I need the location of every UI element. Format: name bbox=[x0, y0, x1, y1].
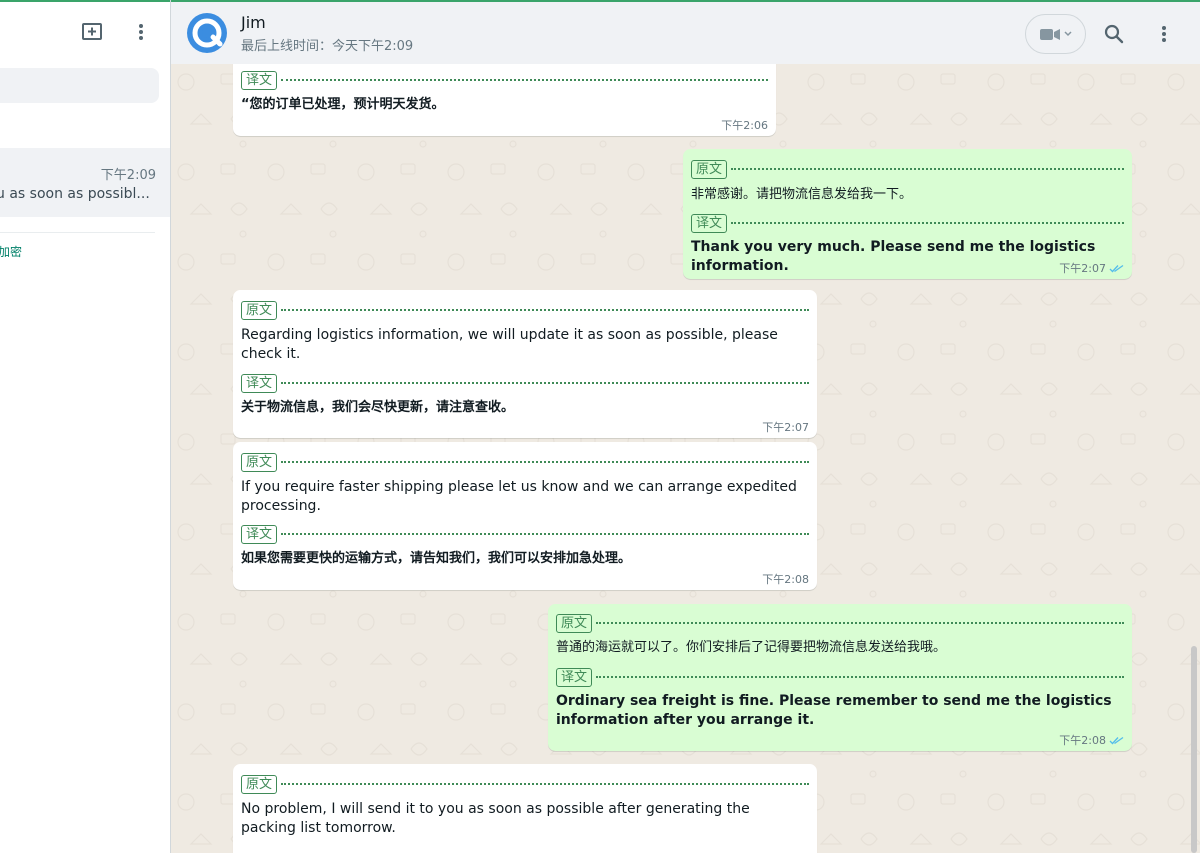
translation-divider: 译文 bbox=[241, 70, 768, 90]
message-bubble-incoming[interactable]: 原文 Regarding logistics information, we w… bbox=[233, 290, 817, 438]
message-bubble-incoming[interactable]: 原文 If you require faster shipping please… bbox=[233, 442, 817, 590]
translation-divider: 译文 bbox=[241, 524, 809, 544]
video-call-icon bbox=[1039, 28, 1060, 40]
translation-divider: 译文 bbox=[241, 373, 809, 393]
encryption-note[interactable]: 加密 bbox=[0, 243, 22, 260]
divider bbox=[0, 232, 155, 233]
translation-tag: 译文 bbox=[556, 667, 593, 687]
chat-time: 下午2:09 bbox=[100, 168, 156, 183]
video-call-button[interactable] bbox=[1025, 14, 1086, 54]
original-tag: 原文 bbox=[241, 774, 278, 794]
message-translation: “您的订单已处理，预计明天发货。 bbox=[241, 97, 445, 112]
read-ticks-icon bbox=[1109, 736, 1124, 744]
message-original: Regarding logistics information, we will… bbox=[241, 327, 778, 362]
avatar-logo-icon bbox=[187, 13, 227, 53]
original-divider: 原文 bbox=[556, 613, 1124, 633]
message-translation: 如果您需要更快的运输方式，请告知我们，我们可以安排加急处理。 bbox=[241, 551, 632, 566]
message-original: If you require faster shipping please le… bbox=[241, 479, 797, 514]
message-meta: 下午2:08 bbox=[762, 571, 809, 587]
conversation-header: Jim 最后上线时间：今天下午2:09 bbox=[171, 0, 1200, 64]
translation-tag: 译文 bbox=[241, 524, 278, 544]
message-original: No problem, I will send it to you as soo… bbox=[241, 801, 750, 836]
message-bubble-outgoing[interactable]: 原文 普通的海运就可以了。你们安排后了记得要把物流信息发送给我哦。 译文 Ord… bbox=[548, 604, 1132, 751]
conversation-panel[interactable]: 译文 “您的订单已处理，预计明天发货。 下午2:06 原文 非常感谢。请把物流信… bbox=[171, 64, 1200, 853]
translation-tag: 译文 bbox=[241, 373, 278, 393]
search-icon[interactable] bbox=[1101, 21, 1127, 47]
message-translation: Ordinary sea freight is fine. Please rem… bbox=[556, 693, 1112, 728]
original-tag: 原文 bbox=[241, 300, 278, 320]
translation-divider: 译文 bbox=[556, 667, 1124, 687]
last-seen-status: 最后上线时间：今天下午2:09 bbox=[241, 39, 414, 54]
message-bubble-incoming[interactable]: 译文 “您的订单已处理，预计明天发货。 下午2:06 bbox=[233, 64, 776, 136]
contact-name[interactable]: Jim bbox=[241, 13, 266, 32]
accent-line bbox=[0, 0, 170, 2]
original-tag: 原文 bbox=[691, 159, 728, 179]
original-divider: 原文 bbox=[691, 159, 1124, 179]
message-translation: 关于物流信息，我们会尽快更新，请注意查收。 bbox=[241, 400, 515, 415]
search-input[interactable] bbox=[0, 68, 159, 103]
new-chat-icon[interactable] bbox=[79, 19, 105, 45]
original-divider: 原文 bbox=[241, 300, 809, 320]
menu-dots-icon[interactable] bbox=[1151, 21, 1177, 47]
chat-list-item[interactable]: 下午2:09 u as soon as possibl... bbox=[0, 148, 170, 217]
message-original: 普通的海运就可以了。你们安排后了记得要把物流信息发送给我哦。 bbox=[556, 640, 947, 655]
message-time: 下午2:08 bbox=[762, 573, 809, 586]
message-time: 下午2:08 bbox=[1059, 734, 1106, 747]
translation-tag: 译文 bbox=[241, 70, 278, 90]
translation-divider: 译文 bbox=[691, 213, 1124, 233]
menu-dots-icon[interactable] bbox=[128, 19, 154, 45]
original-divider: 原文 bbox=[241, 774, 809, 794]
chat-list-sidebar: 下午2:09 u as soon as possibl... 加密 bbox=[0, 0, 171, 853]
chat-preview: u as soon as possibl... bbox=[0, 186, 150, 202]
message-bubble-incoming[interactable]: 原文 No problem, I will send it to you as … bbox=[233, 764, 817, 853]
message-time: 下午2:07 bbox=[1059, 262, 1106, 275]
scrollbar[interactable] bbox=[1191, 646, 1197, 853]
message-meta: 下午2:08 bbox=[1059, 732, 1124, 748]
message-meta: 下午2:07 bbox=[1059, 260, 1124, 276]
translation-tag: 译文 bbox=[691, 213, 728, 233]
read-ticks-icon bbox=[1109, 264, 1124, 272]
message-meta: 下午2:06 bbox=[721, 117, 768, 133]
original-tag: 原文 bbox=[556, 613, 593, 633]
chevron-down-icon bbox=[1063, 31, 1072, 37]
message-time: 下午2:06 bbox=[721, 119, 768, 132]
original-divider: 原文 bbox=[241, 452, 809, 472]
original-tag: 原文 bbox=[241, 452, 278, 472]
message-original: 非常感谢。请把物流信息发给我一下。 bbox=[691, 187, 913, 202]
message-meta: 下午2:07 bbox=[762, 419, 809, 435]
avatar[interactable] bbox=[187, 13, 227, 53]
message-time: 下午2:07 bbox=[762, 421, 809, 434]
message-bubble-outgoing[interactable]: 原文 非常感谢。请把物流信息发给我一下。 译文 Thank you very m… bbox=[683, 149, 1132, 279]
